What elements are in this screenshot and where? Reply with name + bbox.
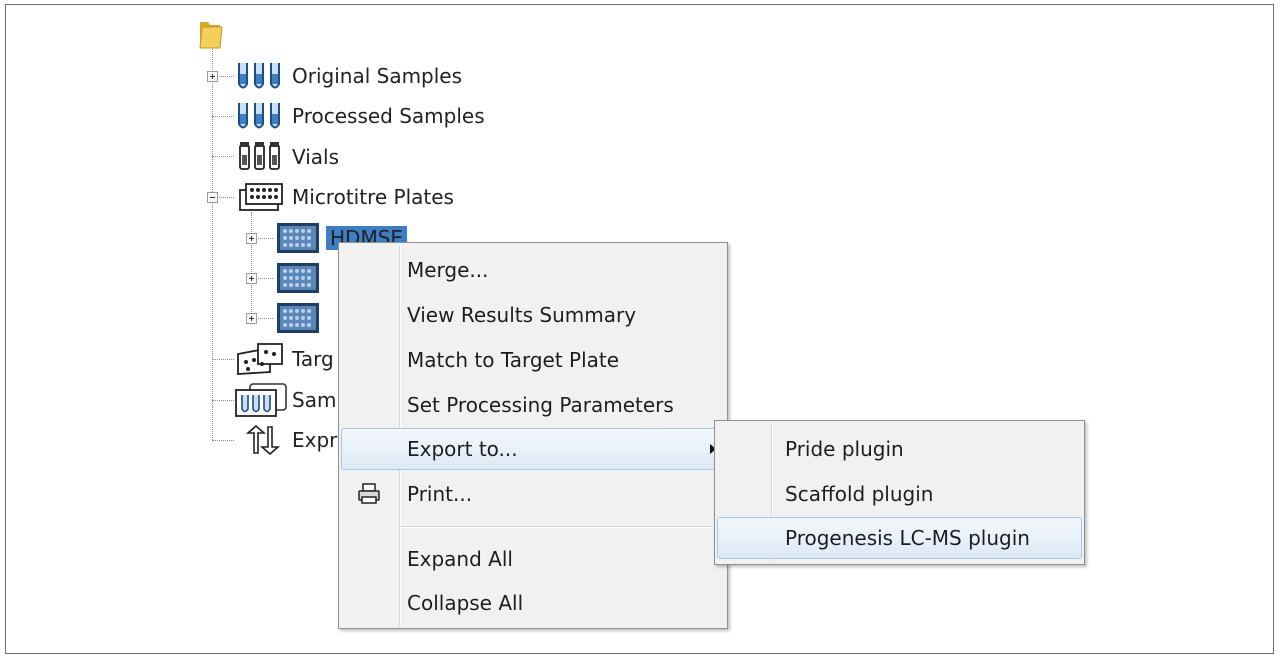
menu-item-label: Match to Target Plate: [407, 348, 620, 372]
tree-line: [212, 400, 234, 401]
tree-line: [212, 116, 234, 117]
menu-item-label: View Results Summary: [407, 303, 637, 327]
sample-list-icon: [234, 382, 290, 422]
menu-item-label: Merge...: [407, 258, 489, 282]
import-export-arrows-icon: [244, 424, 282, 459]
context-menu: Merge... View Results Summary Match to T…: [338, 242, 728, 629]
tree-item-processed-samples[interactable]: Processed Samples: [292, 99, 485, 133]
tubes-icon: [236, 60, 286, 96]
tree-item-export[interactable]: Expr: [292, 423, 337, 457]
vials-icon: [238, 141, 284, 175]
tree-line: [212, 156, 234, 157]
tree-label: Original Samples: [292, 64, 463, 88]
menu-item-label: Collapse All: [407, 591, 524, 615]
tree-item-vials[interactable]: Vials: [292, 140, 339, 174]
printer-icon: [357, 483, 381, 510]
menu-item-merge[interactable]: Merge...: [341, 250, 725, 290]
menu-item-label: Progenesis LC-MS plugin: [785, 526, 1030, 550]
tree-label: Targ: [292, 347, 334, 371]
menu-item-label: Expand All: [407, 547, 513, 571]
plate-icon[interactable]: [276, 262, 320, 298]
expand-plate-hdmse[interactable]: [246, 233, 257, 244]
menu-item-set-processing-parameters[interactable]: Set Processing Parameters: [341, 385, 725, 425]
menu-item-label: Pride plugin: [785, 437, 904, 461]
folder-icon[interactable]: [198, 18, 224, 54]
menu-item-label: Export to...: [407, 437, 518, 461]
menu-item-label: Set Processing Parameters: [407, 393, 674, 417]
plate-icon: [276, 222, 320, 258]
submenu-item-pride-plugin[interactable]: Pride plugin: [717, 429, 1082, 469]
menu-item-expand-all[interactable]: Expand All: [341, 539, 725, 579]
microplate-icon: [238, 182, 284, 216]
target-plate-icon: [236, 342, 286, 380]
tree-label: Microtitre Plates: [292, 185, 454, 209]
expand-plate[interactable]: [246, 273, 257, 284]
menu-item-export-to[interactable]: Export to...: [341, 428, 725, 470]
tree-label: Expr: [292, 428, 338, 452]
menu-item-view-results-summary[interactable]: View Results Summary: [341, 295, 725, 335]
collapse-microtitre-plates[interactable]: [207, 192, 218, 203]
submenu-item-progenesis-plugin[interactable]: Progenesis LC-MS plugin: [717, 517, 1082, 559]
menu-item-label: Print...: [407, 482, 473, 506]
tree-item-microtitre-plates[interactable]: Microtitre Plates: [292, 180, 454, 214]
export-submenu: Pride plugin Scaffold plugin Progenesis …: [714, 420, 1085, 565]
tree-line: [212, 440, 234, 441]
menu-item-print[interactable]: Print...: [341, 474, 725, 514]
expand-original-samples[interactable]: [207, 71, 218, 82]
tree-item-original-samples[interactable]: Original Samples: [292, 59, 462, 93]
tree-line: [212, 359, 234, 360]
menu-item-match-to-target-plate[interactable]: Match to Target Plate: [341, 340, 725, 380]
tree-item-target[interactable]: Targ: [292, 342, 334, 376]
expand-plate[interactable]: [246, 313, 257, 324]
tree-label: Vials: [292, 145, 340, 169]
tubes-icon: [236, 100, 286, 136]
menu-item-label: Scaffold plugin: [785, 482, 934, 506]
menu-separator: [401, 526, 723, 528]
tree-label: Processed Samples: [292, 104, 485, 128]
submenu-item-scaffold-plugin[interactable]: Scaffold plugin: [717, 474, 1082, 514]
menu-item-collapse-all[interactable]: Collapse All: [341, 583, 725, 623]
tree-line: [251, 212, 252, 320]
plate-icon[interactable]: [276, 302, 320, 338]
tree-line: [212, 46, 213, 440]
